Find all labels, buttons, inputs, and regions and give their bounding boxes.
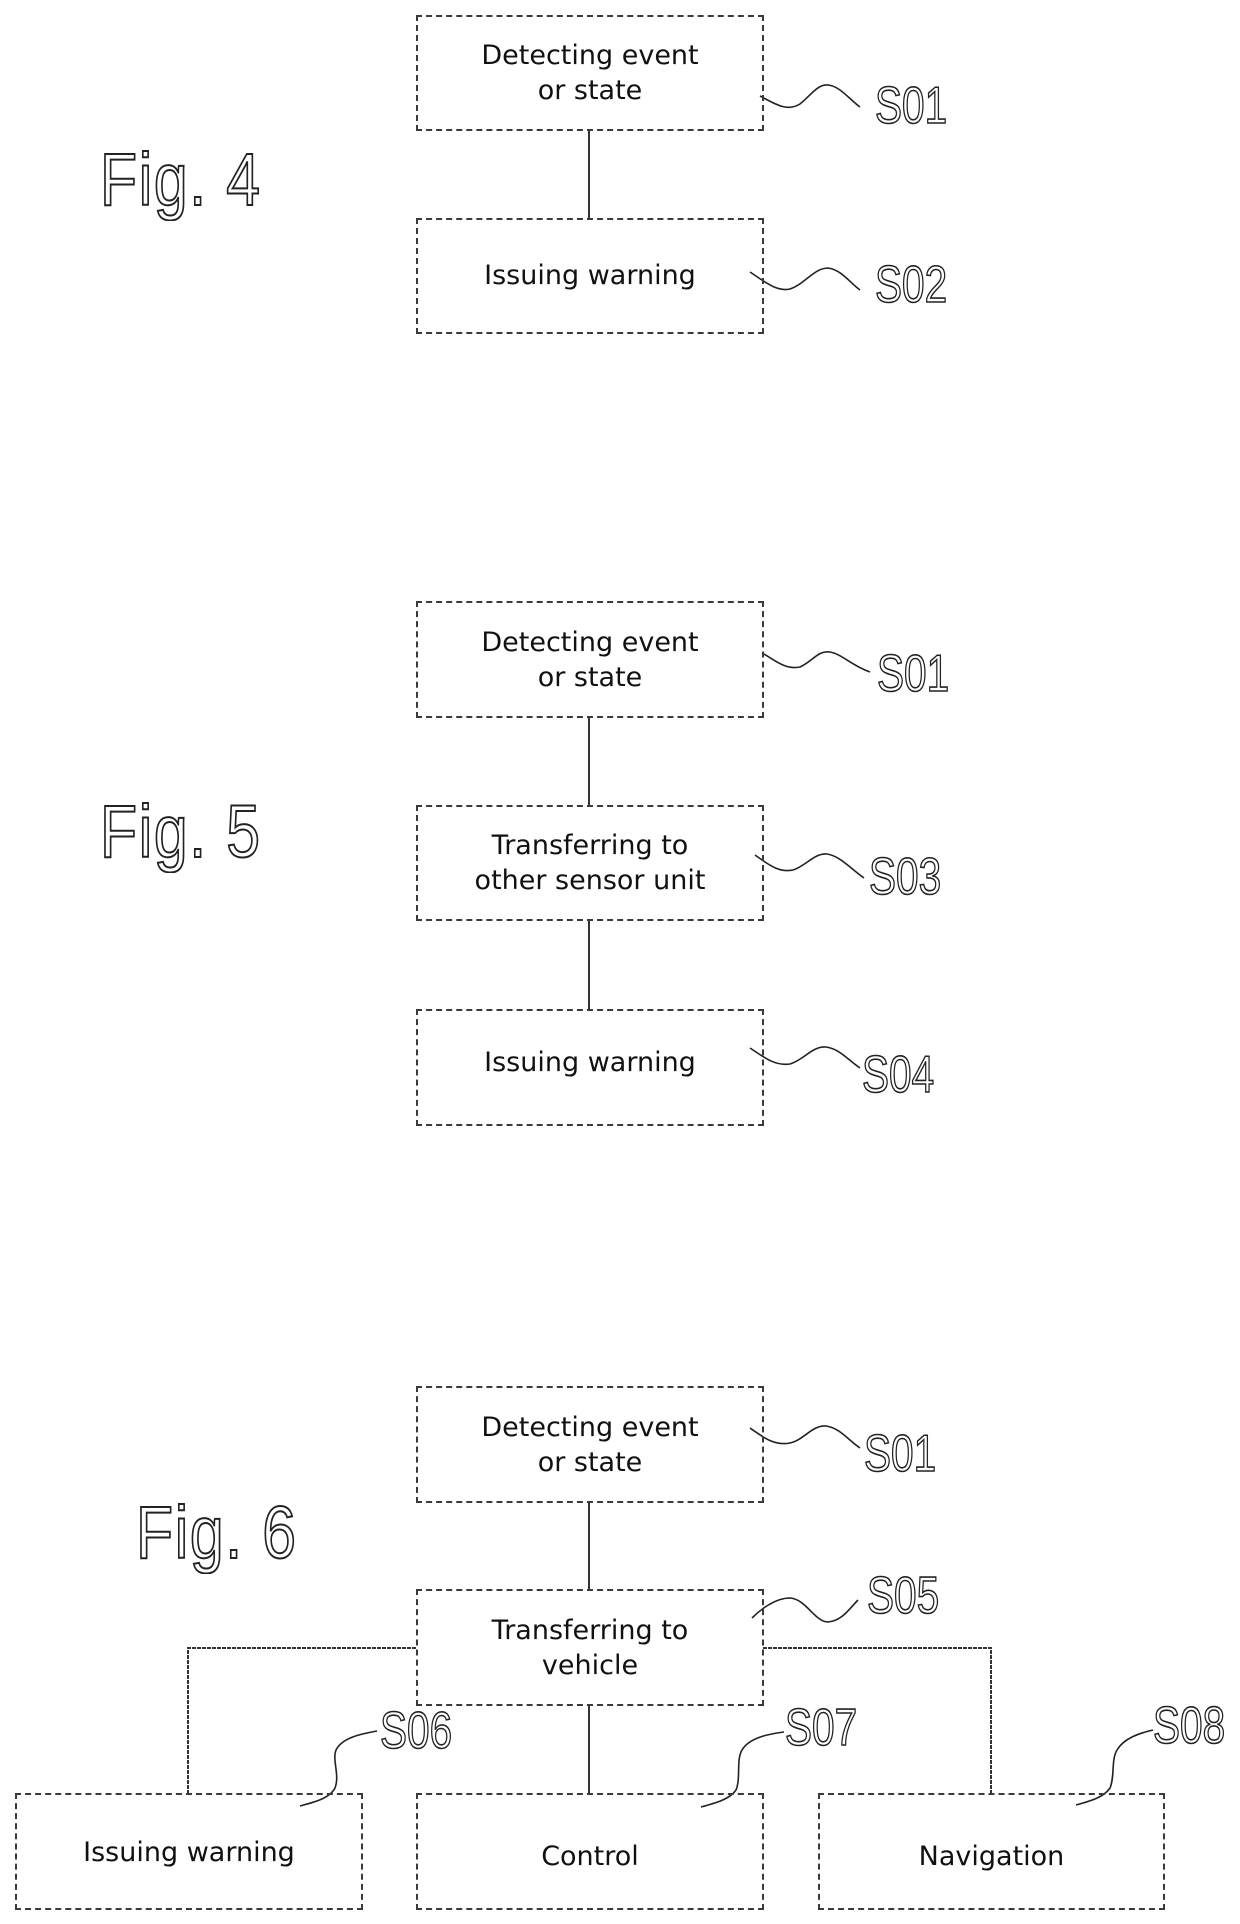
fig6-step-navigation-box: Navigation <box>818 1793 1165 1910</box>
box-text-line: vehicle <box>541 1649 639 1681</box>
box-text-line: Issuing warning <box>83 1837 295 1868</box>
fig5-step-warning-box: Issuing warning <box>416 1009 764 1126</box>
box-text-line: or state <box>537 1446 643 1478</box>
box-text-line: or state <box>537 75 643 106</box>
box-text-line: Issuing warning <box>484 1047 696 1078</box>
fig6-step-id-s01: S01 <box>863 1425 937 1483</box>
box-text-line: other sensor unit <box>474 865 706 896</box>
fig4-step-id-s02: S02 <box>874 256 948 314</box>
fig6-step-id-s05: S05 <box>866 1567 940 1625</box>
fig5-label: Fig. 5 <box>99 790 262 873</box>
box-text-line: Control <box>541 1841 639 1872</box>
fig5-s01-leader <box>761 651 871 673</box>
box-text-line: or state <box>537 661 643 693</box>
fig4-step-detecting-box: Detecting event or state <box>416 15 764 131</box>
box-text-line: Navigation <box>918 1841 1065 1872</box>
fig5-step-id-s01: S01 <box>876 645 950 703</box>
box-text-line: Detecting event <box>481 1411 699 1443</box>
fig6-step-control-box: Control <box>416 1793 764 1910</box>
fig6-step-warning-box: Issuing warning <box>15 1793 363 1910</box>
fig6-step-transfer-vehicle-box: Transferring to vehicle <box>416 1589 764 1706</box>
fig4-step-id-s01: S01 <box>874 77 948 135</box>
box-text-line: Detecting event <box>481 626 699 658</box>
box-text-line: Transferring to <box>491 1614 689 1646</box>
fig5-s03-leader <box>754 853 865 879</box>
fig4-s01-leader <box>759 84 861 109</box>
fig6-step-id-s06: S06 <box>379 1702 453 1760</box>
fig4-label: Fig. 4 <box>99 138 262 221</box>
fig5-step-transfer-sensor-box: Transferring to other sensor unit <box>416 805 764 921</box>
fig4-step-warning-box: Issuing warning <box>416 218 764 334</box>
fig5-step-id-s03: S03 <box>868 848 942 906</box>
patent-drawing-sheet: Fig. 4 Fig. 5 Fig. 6 Detecting event or … <box>0 0 1240 1924</box>
box-text-line: Detecting event <box>481 40 699 71</box>
fig4-s02-leader <box>749 267 861 291</box>
fig5-step-id-s04: S04 <box>861 1046 935 1104</box>
box-text-line: Transferring to <box>491 830 689 861</box>
fig6-s05-leader <box>751 1597 859 1623</box>
fig5-step-detecting-box: Detecting event or state <box>416 601 764 718</box>
fig6-step-id-s07: S07 <box>784 1699 858 1757</box>
fig5-s04-leader <box>749 1046 861 1069</box>
box-text-line: Issuing warning <box>484 260 696 291</box>
fig6-label: Fig. 6 <box>135 1491 298 1574</box>
fig6-step-id-s08: S08 <box>1152 1697 1226 1755</box>
fig6-s01-leader <box>749 1425 861 1449</box>
fig6-step-detecting-box: Detecting event or state <box>416 1386 764 1503</box>
